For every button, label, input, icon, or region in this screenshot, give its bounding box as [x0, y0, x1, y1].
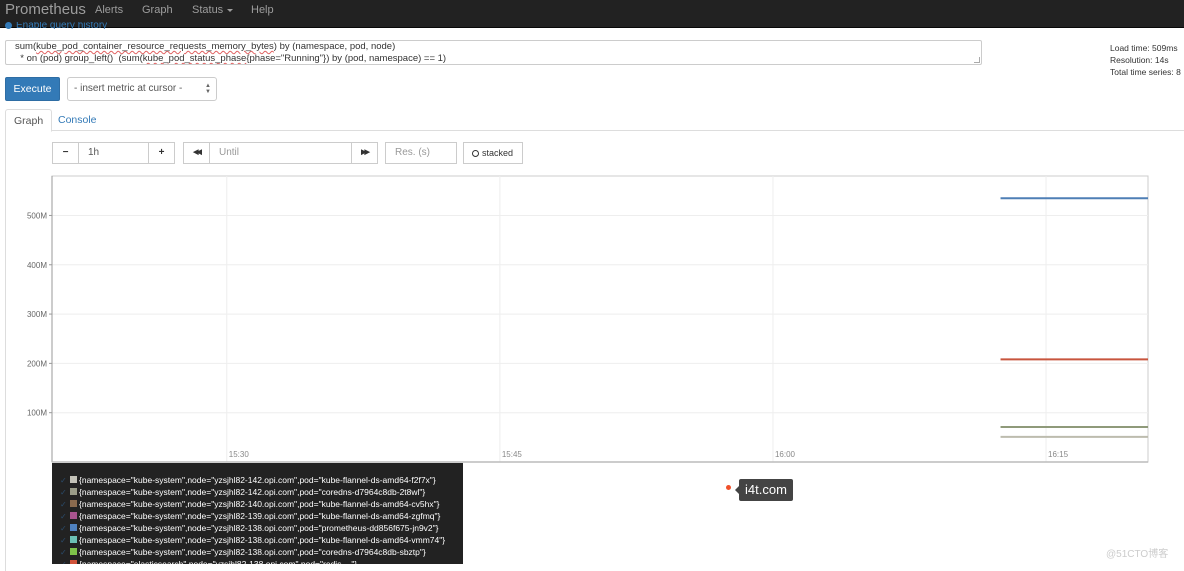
- legend-swatch: [70, 488, 77, 495]
- legend-item[interactable]: ✓ {namespace="kube-system",node="yzsjhl82…: [52, 474, 463, 486]
- legend-label: {namespace="kube-system",node="yzsjhl82-…: [79, 475, 436, 485]
- y-tick-label: 100M: [27, 409, 47, 418]
- legend-swatch: [70, 560, 77, 564]
- legend-label: {namespace="kube-system",node="yzsjhl82-…: [79, 523, 439, 533]
- y-tick-label: 200M: [27, 359, 47, 368]
- watermark: @51CTO博客: [1106, 549, 1169, 560]
- x-tick-label: 16:00: [775, 450, 796, 459]
- legend-label: {namespace="kube-system",node="yzsjhl82-…: [79, 547, 426, 557]
- legend-label: {namespace="kube-system",node="yzsjhl82-…: [79, 487, 426, 497]
- annotation-dot: [726, 485, 731, 490]
- legend-label: {namespace="kube-system",node="yzsjhl82-…: [79, 511, 441, 521]
- checkmark-icon: ✓: [60, 559, 68, 564]
- y-tick-label: 400M: [27, 261, 47, 270]
- legend-label: {namespace="kube-system",node="yzsjhl82-…: [79, 499, 440, 509]
- annotation-label: i4t.com: [735, 479, 793, 501]
- legend-item[interactable]: ✓ {namespace="elasticsearch",node="yzsjhl…: [52, 558, 463, 564]
- x-tick-label: 16:15: [1048, 450, 1069, 459]
- legend-swatch: [70, 476, 77, 483]
- legend-swatch: [70, 536, 77, 543]
- legend-item[interactable]: ✓ {namespace="kube-system",node="yzsjhl82…: [52, 510, 463, 522]
- legend-item[interactable]: ✓ {namespace="kube-system",node="yzsjhl82…: [52, 486, 463, 498]
- y-tick-label: 500M: [27, 211, 47, 220]
- legend-item[interactable]: ✓ {namespace="kube-system",node="yzsjhl82…: [52, 534, 463, 546]
- legend-item[interactable]: ✓ {namespace="kube-system",node="yzsjhl82…: [52, 522, 463, 534]
- legend-label: {namespace="kube-system",node="yzsjhl82-…: [79, 535, 446, 545]
- x-tick-label: 15:30: [229, 450, 250, 459]
- legend-swatch: [70, 512, 77, 519]
- legend-swatch: [70, 548, 77, 555]
- legend-item[interactable]: ✓ {namespace="kube-system",node="yzsjhl82…: [52, 498, 463, 510]
- x-tick-label: 15:45: [502, 450, 523, 459]
- graph-legend: ✓ {namespace="kube-system",node="yzsjhl82…: [52, 463, 463, 564]
- y-tick-label: 300M: [27, 310, 47, 319]
- legend-swatch: [70, 500, 77, 507]
- legend-swatch: [70, 524, 77, 531]
- legend-label: {namespace="elasticsearch",node="yzsjhl8…: [79, 559, 358, 564]
- legend-item[interactable]: ✓ {namespace="kube-system",node="yzsjhl82…: [52, 546, 463, 558]
- plot-area: [51, 175, 1149, 463]
